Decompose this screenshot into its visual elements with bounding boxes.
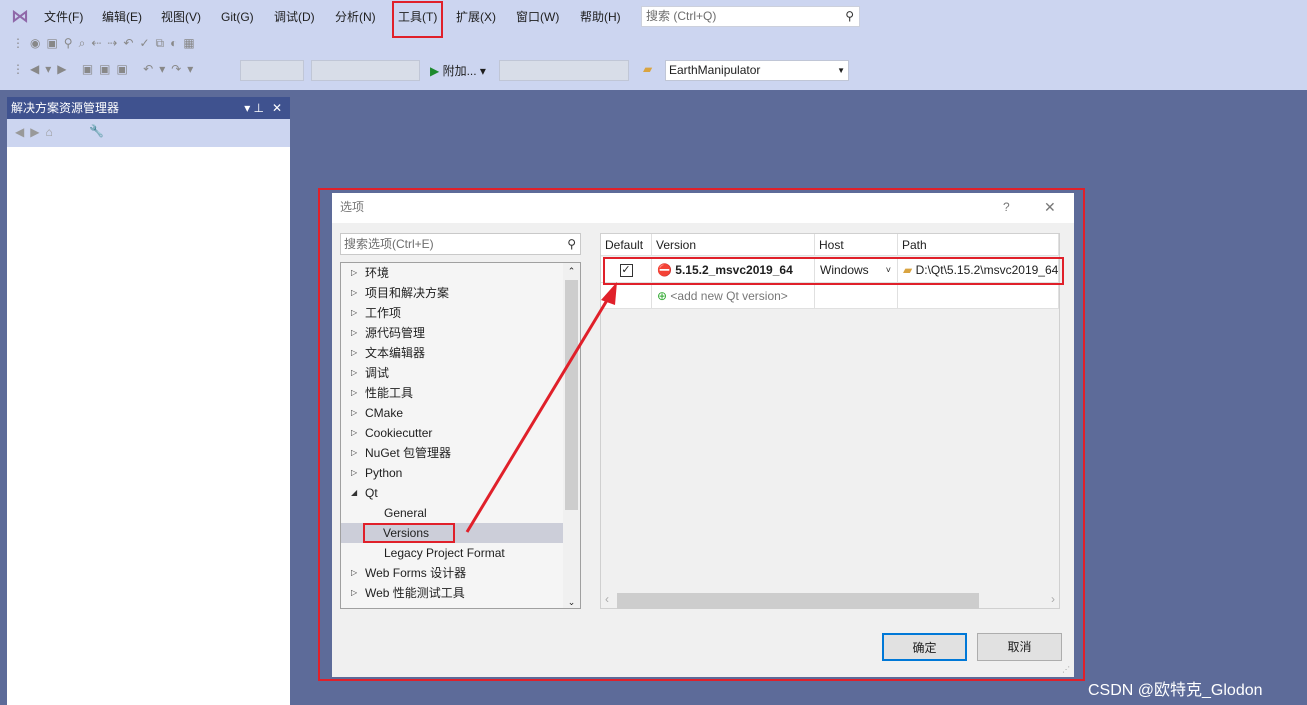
arrow-head bbox=[601, 282, 617, 305]
arrow-line bbox=[465, 291, 614, 533]
annotation-arrow bbox=[465, 282, 617, 533]
watermark: CSDN @欧特克_Glodon bbox=[1088, 682, 1263, 699]
